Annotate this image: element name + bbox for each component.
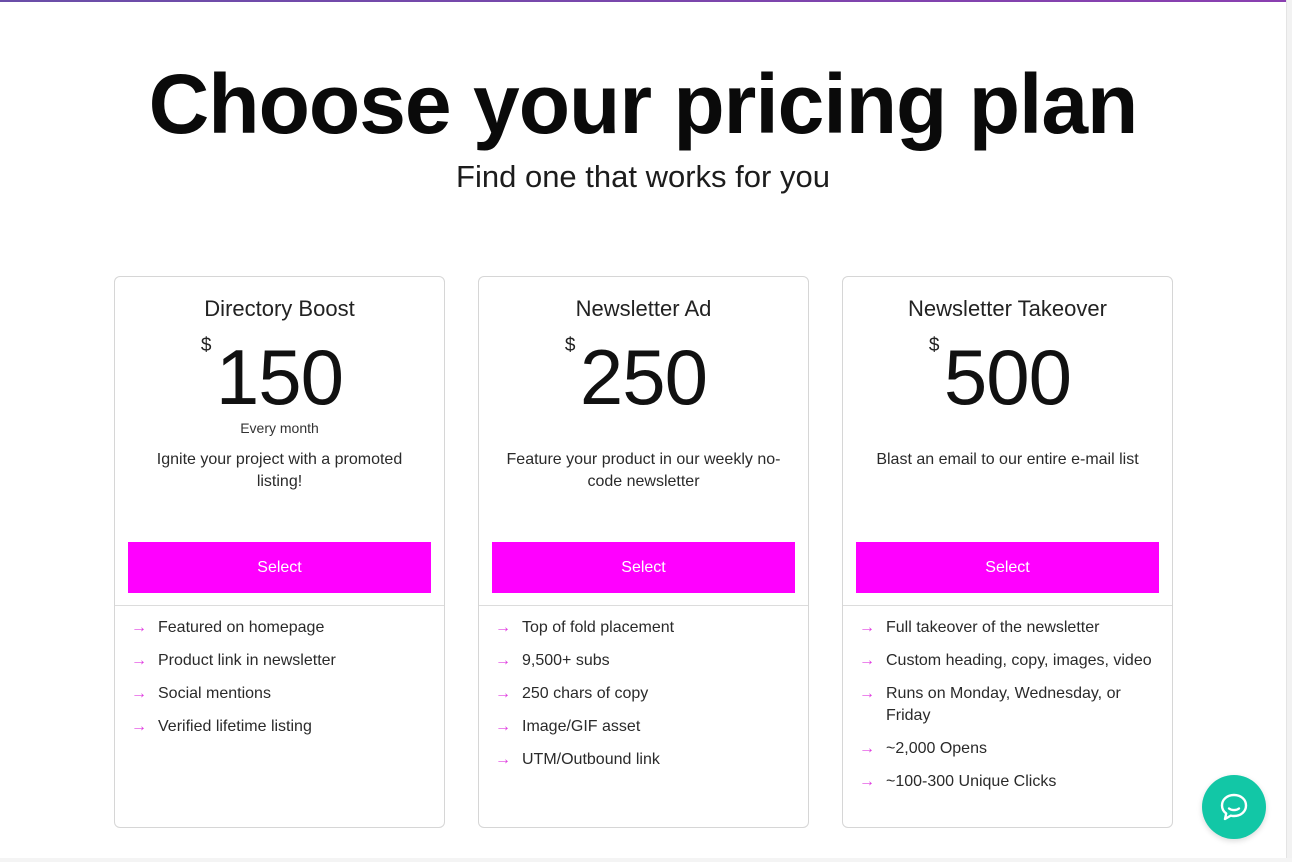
- list-item: → 9,500+ subs: [495, 650, 794, 672]
- price-amount: 500: [943, 333, 1072, 421]
- card-divider: [479, 605, 808, 606]
- currency-symbol: $: [928, 335, 940, 356]
- arrow-right-icon: →: [495, 718, 511, 735]
- feature-text: Runs on Monday, Wednesday, or Friday: [886, 685, 1121, 724]
- select-button[interactable]: Select: [856, 542, 1159, 593]
- arrow-right-icon: →: [495, 652, 511, 669]
- feature-list: → Featured on homepage → Product link in n…: [131, 617, 430, 749]
- list-item: → ~2,000 Opens: [859, 738, 1158, 760]
- list-item: → Runs on Monday, Wednesday, or Friday: [859, 683, 1158, 727]
- chat-bubble-icon: [1220, 793, 1248, 821]
- top-accent-line: [0, 0, 1286, 2]
- plan-price: $ 150: [115, 331, 444, 423]
- feature-text: Image/GIF asset: [522, 718, 641, 735]
- feature-text: UTM/Outbound link: [522, 751, 660, 768]
- list-item: → Custom heading, copy, images, video: [859, 650, 1158, 672]
- feature-text: 9,500+ subs: [522, 652, 610, 669]
- list-item: → Image/GIF asset: [495, 716, 794, 738]
- feature-text: Social mentions: [158, 685, 271, 702]
- feature-text: ~100-300 Unique Clicks: [886, 773, 1057, 790]
- list-item: → 250 chars of copy: [495, 683, 794, 705]
- card-divider: [843, 605, 1172, 606]
- arrow-right-icon: →: [495, 751, 511, 768]
- page-bottom-edge: [0, 858, 1292, 862]
- plan-description: Blast an email to our entire e-mail list: [876, 451, 1139, 468]
- feature-list: → Top of fold placement → 9,500+ subs → 250…: [495, 617, 794, 782]
- plan-card-directory-boost: Directory Boost $ 150 Every month Ignite…: [114, 276, 445, 828]
- list-item: → Full takeover of the newsletter: [859, 617, 1158, 639]
- arrow-right-icon: →: [859, 685, 875, 702]
- scrollbar-track[interactable]: [1286, 0, 1292, 862]
- select-button[interactable]: Select: [128, 542, 431, 593]
- list-item: → Verified lifetime listing: [131, 716, 430, 738]
- arrow-right-icon: →: [859, 773, 875, 790]
- billing-period: Every month: [240, 420, 319, 436]
- arrow-right-icon: →: [495, 619, 511, 636]
- page-subtitle: Find one that works for you: [456, 159, 830, 194]
- plan-price: $ 500: [843, 331, 1172, 423]
- arrow-right-icon: →: [131, 652, 147, 669]
- currency-symbol: $: [200, 335, 212, 356]
- list-item: → Social mentions: [131, 683, 430, 705]
- arrow-right-icon: →: [131, 685, 147, 702]
- feature-text: Full takeover of the newsletter: [886, 619, 1100, 636]
- feature-list: → Full takeover of the newsletter → Custom…: [859, 617, 1158, 804]
- page-title: Choose your pricing plan: [148, 57, 1139, 151]
- feature-text: Custom heading, copy, images, video: [886, 652, 1152, 669]
- feature-text: Verified lifetime listing: [158, 718, 312, 735]
- list-item: → UTM/Outbound link: [495, 749, 794, 771]
- plan-name: Directory Boost: [204, 296, 355, 321]
- list-item: → Product link in newsletter: [131, 650, 430, 672]
- currency-symbol: $: [564, 335, 576, 356]
- price-amount: 250: [579, 333, 708, 421]
- feature-text: 250 chars of copy: [522, 685, 649, 702]
- plan-description: Feature your product in our weekly no-co…: [506, 451, 781, 490]
- arrow-right-icon: →: [495, 685, 511, 702]
- feature-text: Featured on homepage: [158, 619, 325, 636]
- card-divider: [115, 605, 444, 606]
- plan-name: Newsletter Ad: [575, 296, 712, 321]
- arrow-right-icon: →: [131, 718, 147, 735]
- arrow-right-icon: →: [859, 619, 875, 636]
- plan-description: Ignite your project with a promoted list…: [156, 451, 403, 490]
- arrow-right-icon: →: [859, 740, 875, 757]
- select-button[interactable]: Select: [492, 542, 795, 593]
- arrow-right-icon: →: [859, 652, 875, 669]
- feature-text: ~2,000 Opens: [886, 740, 987, 757]
- arrow-right-icon: →: [131, 619, 147, 636]
- plan-card-newsletter-takeover: Newsletter Takeover $ 500 Blast an email…: [842, 276, 1173, 828]
- chat-launcher-button[interactable]: [1202, 775, 1266, 839]
- plan-price: $ 250: [479, 331, 808, 423]
- list-item: → ~100-300 Unique Clicks: [859, 771, 1158, 793]
- feature-text: Top of fold placement: [522, 619, 675, 636]
- feature-text: Product link in newsletter: [158, 652, 336, 669]
- list-item: → Top of fold placement: [495, 617, 794, 639]
- price-amount: 150: [215, 333, 344, 421]
- plan-name: Newsletter Takeover: [908, 296, 1107, 321]
- plan-card-newsletter-ad: Newsletter Ad $ 250 Feature your product…: [478, 276, 809, 828]
- list-item: → Featured on homepage: [131, 617, 430, 639]
